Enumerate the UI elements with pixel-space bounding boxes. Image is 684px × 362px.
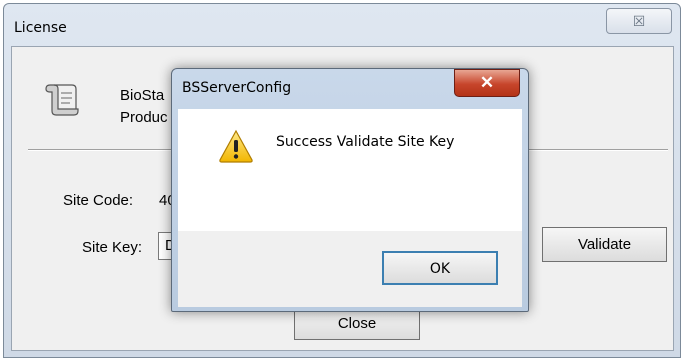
dialog-footer: OK	[178, 231, 522, 307]
validate-button[interactable]: Validate	[542, 227, 667, 262]
site-key-label: Site Key:	[82, 239, 143, 256]
dialog-title: BSServerConfig	[182, 80, 292, 96]
app-name-label: BioSta	[120, 87, 165, 104]
dialog-close-button[interactable]: ✕	[454, 69, 520, 97]
message-dialog: BSServerConfig ✕ Success Validate Site K…	[171, 68, 529, 312]
product-label: Produc	[120, 109, 168, 126]
warning-icon	[219, 129, 253, 163]
ok-button[interactable]: OK	[382, 251, 498, 285]
scroll-icon	[45, 84, 79, 116]
window-title: License	[14, 20, 67, 36]
dialog-message: Success Validate Site Key	[276, 134, 455, 150]
window-close-button[interactable]: ☒	[606, 8, 672, 34]
dialog-body: Success Validate Site Key	[178, 109, 522, 231]
site-code-label: Site Code:	[63, 192, 134, 209]
